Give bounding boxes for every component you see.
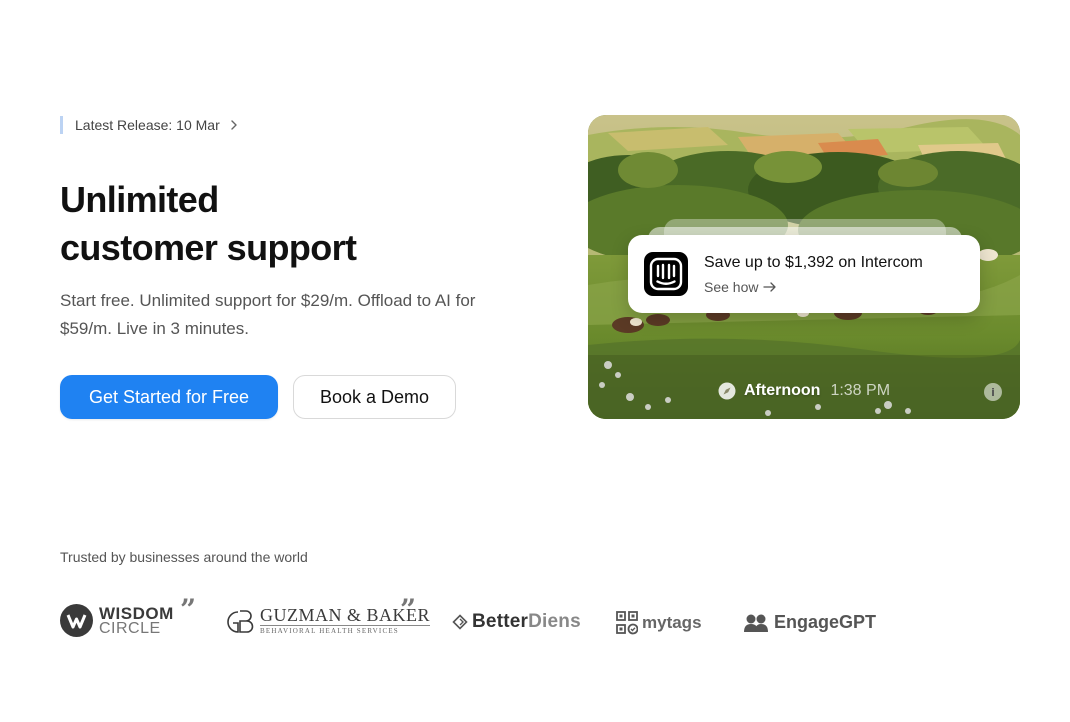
- latest-release-label: Latest Release: 10 Mar: [75, 117, 220, 133]
- hero-title: Unlimited customer support: [60, 176, 530, 272]
- wisdom-circle-mark-icon: [60, 604, 93, 637]
- info-icon[interactable]: i: [984, 383, 1002, 401]
- latest-release-link[interactable]: Latest Release: 10 Mar: [60, 116, 240, 134]
- better-diens-mark-icon: [452, 614, 468, 630]
- trusted-by-heading: Trusted by businesses around the world: [60, 549, 308, 565]
- guzman-baker-logo: GUZMAN & BAKER BEHAVIORAL HEALTH SERVICE…: [222, 606, 431, 636]
- time-status: Afternoon 1:38 PM: [718, 381, 890, 401]
- wisdom-circle-top: WISDOM: [99, 603, 174, 623]
- hero-subtitle: Start free. Unlimited support for $29/m.…: [60, 291, 476, 338]
- book-demo-button[interactable]: Book a Demo: [293, 375, 456, 419]
- engagegpt-name: EngageGPT: [774, 612, 877, 632]
- wisdom-circle-logo: WISDOM CIRCLE: [60, 604, 174, 637]
- engagegpt-logo: EngageGPT: [744, 612, 876, 633]
- see-how-label: See how: [704, 279, 759, 295]
- quote-mark-icon: ”: [400, 593, 417, 626]
- mytags-name: mytags: [642, 613, 702, 632]
- arrow-right-icon: [763, 282, 777, 292]
- hero-title-line-2: customer support: [60, 227, 357, 268]
- engagegpt-mark-icon: [744, 614, 768, 632]
- current-time: 1:38 PM: [830, 382, 891, 399]
- better-diens-logo: BetterDiens: [452, 611, 581, 633]
- compass-icon: [718, 382, 736, 400]
- see-how-link[interactable]: See how: [704, 279, 777, 295]
- get-started-button[interactable]: Get Started for Free: [60, 375, 278, 419]
- notification-card[interactable]: Save up to $1,392 on Intercom See how: [628, 235, 980, 313]
- guzman-baker-mark-icon: [227, 610, 254, 633]
- mytags-logo: mytags: [616, 611, 702, 635]
- chevron-right-icon: [231, 120, 237, 130]
- notification-title: Save up to $1,392 on Intercom: [704, 254, 923, 271]
- mytags-mark-icon: [616, 611, 638, 635]
- time-of-day-label: Afternoon: [744, 382, 821, 399]
- better-diens-a: Better: [472, 611, 529, 632]
- guzman-baker-tagline: BEHAVIORAL HEALTH SERVICES: [260, 627, 399, 635]
- better-diens-b: Diens: [528, 611, 581, 632]
- quote-mark-icon: ”: [180, 593, 197, 626]
- intercom-icon: [644, 252, 688, 296]
- wisdom-circle-bottom: CIRCLE: [99, 619, 161, 637]
- hero-title-line-1: Unlimited: [60, 179, 219, 220]
